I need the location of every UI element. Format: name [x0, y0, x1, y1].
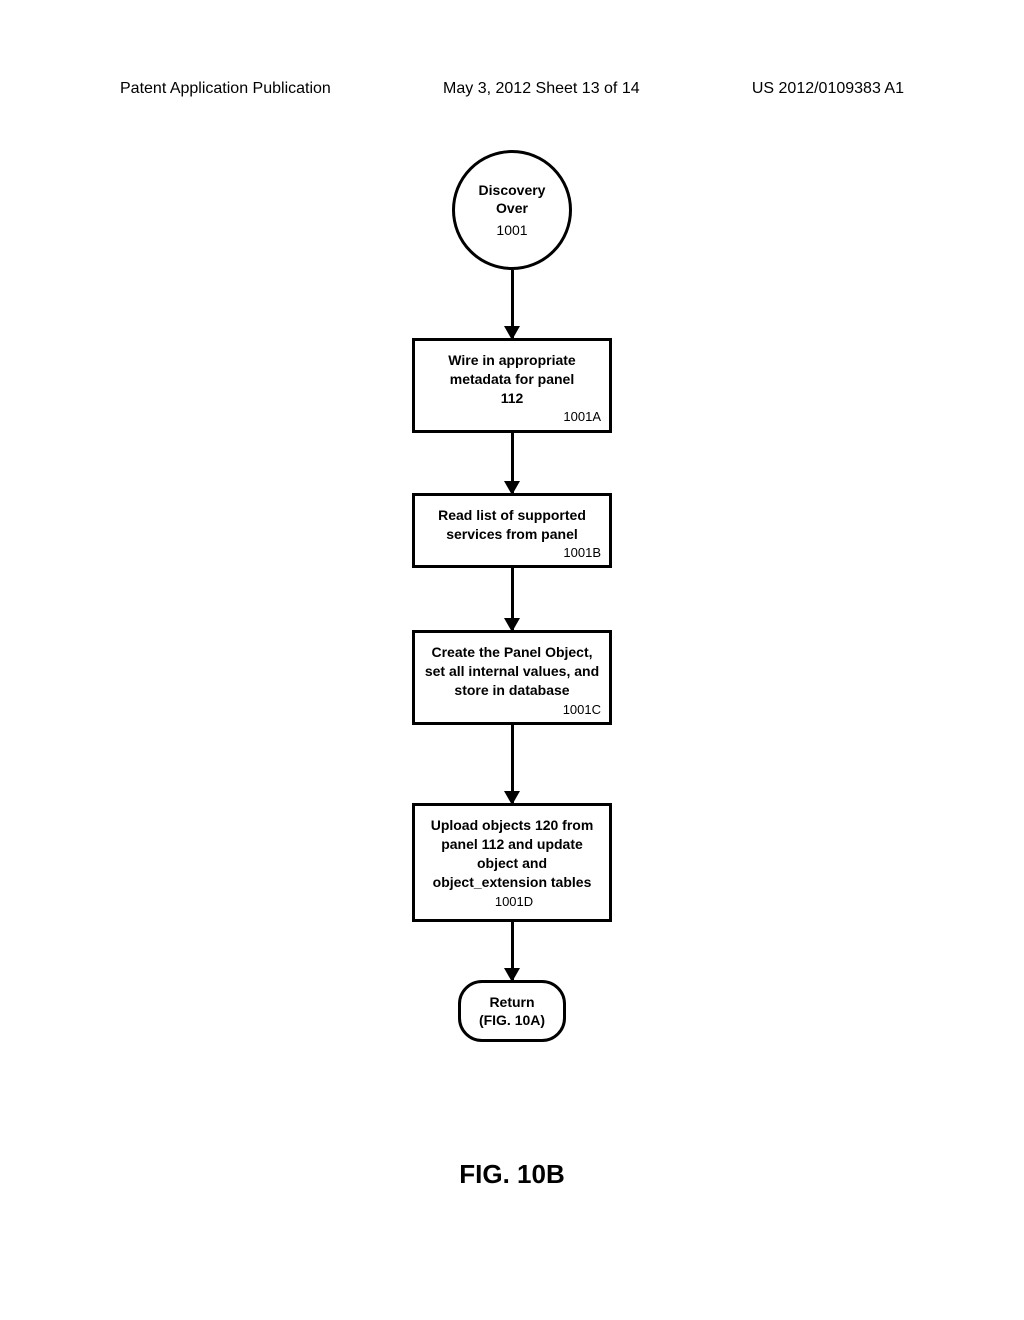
figure-label: FIG. 10B [459, 1159, 564, 1190]
header-left: Patent Application Publication [120, 80, 331, 98]
step-c-text: Create the Panel Object, set all interna… [425, 644, 599, 698]
start-line2: Over [496, 199, 528, 217]
step-a-text: Wire in appropriate metadata for panel [448, 352, 575, 387]
step-a-ref: 1001A [563, 408, 601, 426]
page-header: Patent Application Publication May 3, 20… [0, 80, 1024, 98]
arrow-icon [511, 725, 514, 803]
process-step-b: Read list of supported services from pan… [412, 493, 612, 569]
end-terminal: Return (FIG. 10A) [458, 980, 566, 1042]
process-step-d: Upload objects 120 from panel 112 and up… [412, 803, 612, 921]
arrow-icon [511, 922, 514, 980]
step-c-ref: 1001C [563, 701, 601, 719]
arrow-icon [511, 433, 514, 493]
process-step-a: Wire in appropriate metadata for panel 1… [412, 338, 612, 433]
arrow-icon [511, 270, 514, 338]
start-ref: 1001 [496, 221, 527, 239]
flowchart: Discovery Over 1001 Wire in appropriate … [362, 150, 662, 1042]
step-d-ref: 1001D [495, 893, 533, 911]
step-a-inner-ref: 112 [423, 389, 601, 408]
end-line2: (FIG. 10A) [479, 1011, 545, 1029]
step-d-text: Upload objects 120 from panel 112 and up… [431, 817, 594, 890]
start-line1: Discovery [479, 181, 546, 199]
process-step-c: Create the Panel Object, set all interna… [412, 630, 612, 725]
step-b-ref: 1001B [563, 544, 601, 562]
header-center: May 3, 2012 Sheet 13 of 14 [443, 80, 640, 98]
arrow-icon [511, 568, 514, 630]
end-line1: Return [479, 993, 545, 1011]
start-terminal: Discovery Over 1001 [452, 150, 572, 270]
header-right: US 2012/0109383 A1 [752, 80, 904, 98]
step-b-text: Read list of supported services from pan… [438, 507, 586, 542]
